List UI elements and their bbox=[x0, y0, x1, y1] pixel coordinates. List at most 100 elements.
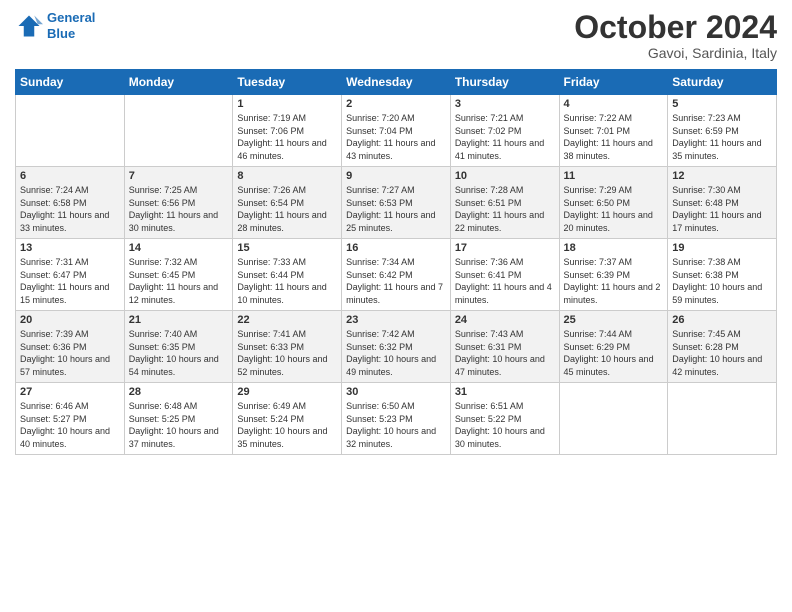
day-info: Sunrise: 7:23 AMSunset: 6:59 PMDaylight:… bbox=[672, 112, 772, 162]
day-info: Sunrise: 7:43 AMSunset: 6:31 PMDaylight:… bbox=[455, 328, 555, 378]
calendar-cell: 15Sunrise: 7:33 AMSunset: 6:44 PMDayligh… bbox=[233, 239, 342, 311]
logo-icon bbox=[15, 12, 43, 40]
calendar-cell: 13Sunrise: 7:31 AMSunset: 6:47 PMDayligh… bbox=[16, 239, 125, 311]
day-number: 22 bbox=[237, 314, 337, 326]
day-info: Sunrise: 7:33 AMSunset: 6:44 PMDaylight:… bbox=[237, 256, 337, 306]
calendar-cell: 29Sunrise: 6:49 AMSunset: 5:24 PMDayligh… bbox=[233, 383, 342, 455]
header-friday: Friday bbox=[559, 70, 668, 95]
header-tuesday: Tuesday bbox=[233, 70, 342, 95]
day-number: 6 bbox=[20, 170, 120, 182]
day-info: Sunrise: 7:19 AMSunset: 7:06 PMDaylight:… bbox=[237, 112, 337, 162]
day-info: Sunrise: 7:34 AMSunset: 6:42 PMDaylight:… bbox=[346, 256, 446, 306]
day-info: Sunrise: 7:32 AMSunset: 6:45 PMDaylight:… bbox=[129, 256, 229, 306]
week-row-1: 1 Sunrise: 7:19 AMSunset: 7:06 PMDaylight… bbox=[16, 95, 777, 167]
day-number: 20 bbox=[20, 314, 120, 326]
day-number: 18 bbox=[564, 242, 664, 254]
calendar-cell: 19 Sunrise: 7:38 AMSunset: 6:38 PMDayligh… bbox=[668, 239, 777, 311]
week-row-4: 20 Sunrise: 7:39 AMSunset: 6:36 PMDayligh… bbox=[16, 311, 777, 383]
day-info: Sunrise: 7:36 AMSunset: 6:41 PMDaylight:… bbox=[455, 256, 555, 306]
day-number: 7 bbox=[129, 170, 229, 182]
calendar-cell: 23Sunrise: 7:42 AMSunset: 6:32 PMDayligh… bbox=[342, 311, 451, 383]
day-info: Sunrise: 7:44 AMSunset: 6:29 PMDaylight:… bbox=[564, 328, 664, 378]
day-info: Sunrise: 7:24 AMSunset: 6:58 PMDaylight:… bbox=[20, 184, 120, 234]
day-info: Sunrise: 7:20 AMSunset: 7:04 PMDaylight:… bbox=[346, 112, 446, 162]
day-number: 27 bbox=[20, 386, 120, 398]
week-row-5: 27Sunrise: 6:46 AMSunset: 5:27 PMDayligh… bbox=[16, 383, 777, 455]
month-title: October 2024 bbox=[574, 10, 777, 45]
day-number: 10 bbox=[455, 170, 555, 182]
calendar-cell: 16 Sunrise: 7:34 AMSunset: 6:42 PMDayligh… bbox=[342, 239, 451, 311]
day-info: Sunrise: 7:22 AMSunset: 7:01 PMDaylight:… bbox=[564, 112, 664, 162]
calendar-cell bbox=[16, 95, 125, 167]
day-number: 1 bbox=[237, 98, 337, 110]
calendar-cell: 17 Sunrise: 7:36 AMSunset: 6:41 PMDayligh… bbox=[450, 239, 559, 311]
title-block: October 2024 Gavoi, Sardinia, Italy bbox=[574, 10, 777, 61]
day-number: 26 bbox=[672, 314, 772, 326]
day-number: 11 bbox=[564, 170, 664, 182]
day-info: Sunrise: 6:50 AMSunset: 5:23 PMDaylight:… bbox=[346, 400, 446, 450]
calendar-cell: 11 Sunrise: 7:29 AMSunset: 6:50 PMDayligh… bbox=[559, 167, 668, 239]
day-number: 5 bbox=[672, 98, 772, 110]
day-number: 19 bbox=[672, 242, 772, 254]
day-info: Sunrise: 6:49 AMSunset: 5:24 PMDaylight:… bbox=[237, 400, 337, 450]
calendar-cell: 25 Sunrise: 7:44 AMSunset: 6:29 PMDayligh… bbox=[559, 311, 668, 383]
calendar-cell: 7 Sunrise: 7:25 AMSunset: 6:56 PMDaylight… bbox=[124, 167, 233, 239]
day-info: Sunrise: 6:51 AMSunset: 5:22 PMDaylight:… bbox=[455, 400, 555, 450]
calendar-cell: 12Sunrise: 7:30 AMSunset: 6:48 PMDayligh… bbox=[668, 167, 777, 239]
day-number: 4 bbox=[564, 98, 664, 110]
calendar-cell: 9Sunrise: 7:27 AMSunset: 6:53 PMDaylight… bbox=[342, 167, 451, 239]
calendar-cell: 28 Sunrise: 6:48 AMSunset: 5:25 PMDayligh… bbox=[124, 383, 233, 455]
calendar-cell bbox=[559, 383, 668, 455]
location-subtitle: Gavoi, Sardinia, Italy bbox=[574, 45, 777, 61]
day-number: 17 bbox=[455, 242, 555, 254]
header-monday: Monday bbox=[124, 70, 233, 95]
day-number: 2 bbox=[346, 98, 446, 110]
day-info: Sunrise: 7:37 AMSunset: 6:39 PMDaylight:… bbox=[564, 256, 664, 306]
day-info: Sunrise: 7:38 AMSunset: 6:38 PMDaylight:… bbox=[672, 256, 772, 306]
header-sunday: Sunday bbox=[16, 70, 125, 95]
day-info: Sunrise: 7:26 AMSunset: 6:54 PMDaylight:… bbox=[237, 184, 337, 234]
day-number: 13 bbox=[20, 242, 120, 254]
calendar-cell: 1 Sunrise: 7:19 AMSunset: 7:06 PMDaylight… bbox=[233, 95, 342, 167]
day-number: 12 bbox=[672, 170, 772, 182]
day-info: Sunrise: 7:40 AMSunset: 6:35 PMDaylight:… bbox=[129, 328, 229, 378]
calendar-cell: 8Sunrise: 7:26 AMSunset: 6:54 PMDaylight… bbox=[233, 167, 342, 239]
day-number: 30 bbox=[346, 386, 446, 398]
day-info: Sunrise: 7:21 AMSunset: 7:02 PMDaylight:… bbox=[455, 112, 555, 162]
calendar-cell bbox=[668, 383, 777, 455]
calendar-cell: 10 Sunrise: 7:28 AMSunset: 6:51 PMDayligh… bbox=[450, 167, 559, 239]
day-info: Sunrise: 7:39 AMSunset: 6:36 PMDaylight:… bbox=[20, 328, 120, 378]
day-number: 23 bbox=[346, 314, 446, 326]
logo-text: General Blue bbox=[47, 10, 95, 41]
calendar-cell: 26 Sunrise: 7:45 AMSunset: 6:28 PMDayligh… bbox=[668, 311, 777, 383]
day-number: 16 bbox=[346, 242, 446, 254]
day-info: Sunrise: 7:29 AMSunset: 6:50 PMDaylight:… bbox=[564, 184, 664, 234]
header: General Blue October 2024 Gavoi, Sardini… bbox=[15, 10, 777, 61]
week-row-3: 13Sunrise: 7:31 AMSunset: 6:47 PMDayligh… bbox=[16, 239, 777, 311]
day-info: Sunrise: 7:25 AMSunset: 6:56 PMDaylight:… bbox=[129, 184, 229, 234]
calendar-cell: 4 Sunrise: 7:22 AMSunset: 7:01 PMDaylight… bbox=[559, 95, 668, 167]
calendar-cell: 24 Sunrise: 7:43 AMSunset: 6:31 PMDayligh… bbox=[450, 311, 559, 383]
calendar-cell: 18 Sunrise: 7:37 AMSunset: 6:39 PMDayligh… bbox=[559, 239, 668, 311]
header-thursday: Thursday bbox=[450, 70, 559, 95]
day-info: Sunrise: 7:41 AMSunset: 6:33 PMDaylight:… bbox=[237, 328, 337, 378]
header-row: SundayMondayTuesdayWednesdayThursdayFrid… bbox=[16, 70, 777, 95]
calendar-body: 1 Sunrise: 7:19 AMSunset: 7:06 PMDaylight… bbox=[16, 95, 777, 455]
logo: General Blue bbox=[15, 10, 95, 41]
day-number: 28 bbox=[129, 386, 229, 398]
day-number: 3 bbox=[455, 98, 555, 110]
calendar-cell: 14Sunrise: 7:32 AMSunset: 6:45 PMDayligh… bbox=[124, 239, 233, 311]
day-info: Sunrise: 7:27 AMSunset: 6:53 PMDaylight:… bbox=[346, 184, 446, 234]
calendar-cell: 30 Sunrise: 6:50 AMSunset: 5:23 PMDayligh… bbox=[342, 383, 451, 455]
day-info: Sunrise: 7:28 AMSunset: 6:51 PMDaylight:… bbox=[455, 184, 555, 234]
calendar-cell: 22 Sunrise: 7:41 AMSunset: 6:33 PMDayligh… bbox=[233, 311, 342, 383]
calendar-cell: 27Sunrise: 6:46 AMSunset: 5:27 PMDayligh… bbox=[16, 383, 125, 455]
day-info: Sunrise: 7:45 AMSunset: 6:28 PMDaylight:… bbox=[672, 328, 772, 378]
day-number: 25 bbox=[564, 314, 664, 326]
day-info: Sunrise: 6:48 AMSunset: 5:25 PMDaylight:… bbox=[129, 400, 229, 450]
calendar-cell: 6 Sunrise: 7:24 AMSunset: 6:58 PMDaylight… bbox=[16, 167, 125, 239]
header-saturday: Saturday bbox=[668, 70, 777, 95]
week-row-2: 6 Sunrise: 7:24 AMSunset: 6:58 PMDaylight… bbox=[16, 167, 777, 239]
calendar-cell: 2 Sunrise: 7:20 AMSunset: 7:04 PMDaylight… bbox=[342, 95, 451, 167]
day-number: 24 bbox=[455, 314, 555, 326]
